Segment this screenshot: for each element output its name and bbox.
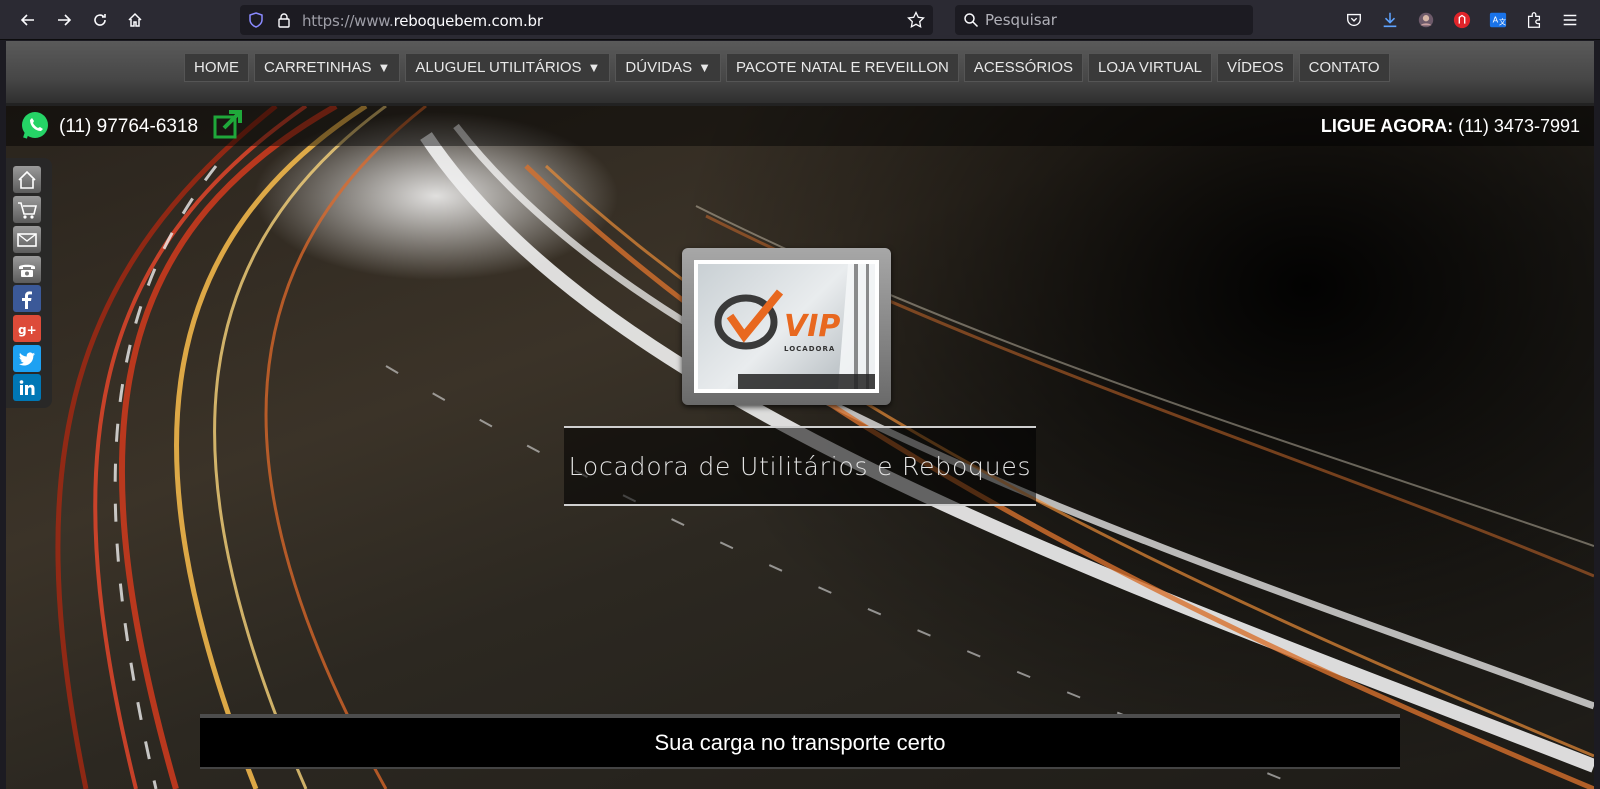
account-avatar-icon[interactable] xyxy=(1416,10,1436,30)
menu-item-aluguel-utilitarios[interactable]: ALUGUEL UTILITÁRIOS ▼ xyxy=(405,53,611,82)
external-link-icon[interactable] xyxy=(212,108,244,140)
bookmark-star-icon[interactable] xyxy=(907,11,925,29)
sidebar-twitter-button[interactable] xyxy=(13,345,41,372)
dropdown-caret-icon: ▼ xyxy=(698,60,711,75)
svg-text:文: 文 xyxy=(1499,18,1506,27)
menu-label: CARRETINHAS xyxy=(264,59,372,76)
extensions-puzzle-icon[interactable] xyxy=(1524,10,1544,30)
extension-red-icon[interactable] xyxy=(1452,10,1472,30)
home-button[interactable] xyxy=(121,6,149,34)
main-menu-bar: HOME CARRETINHAS ▼ ALUGUEL UTILITÁRIOS ▼ D… xyxy=(6,41,1594,106)
menu-label: CONTATO xyxy=(1308,59,1380,76)
sidebar-home-button[interactable] xyxy=(13,166,41,193)
address-bar[interactable]: https://www.reboquebem.com.br xyxy=(240,5,933,35)
twitter-icon xyxy=(19,351,35,365)
tagline-box: Locadora de Utilitários e Reboques xyxy=(564,426,1036,506)
call-now-label: LIGUE AGORA: xyxy=(1320,116,1454,136)
sidebar-mail-button[interactable] xyxy=(13,226,41,253)
home-icon xyxy=(18,170,36,189)
menu-label: LOJA VIRTUAL xyxy=(1098,59,1202,76)
menu-item-loja-virtual[interactable]: LOJA VIRTUAL xyxy=(1088,53,1212,82)
forward-arrow-icon xyxy=(58,14,72,26)
menu-label: ACESSÓRIOS xyxy=(973,59,1074,76)
phone-icon xyxy=(19,264,35,277)
dropdown-caret-icon: ▼ xyxy=(377,60,391,75)
slogan-bar: Sua carga no transporte certo xyxy=(200,714,1400,769)
logo-image-border: VIP LOCADORA xyxy=(694,260,879,393)
slogan-text: Sua carga no transporte certo xyxy=(654,729,946,755)
logo-frame: VIP LOCADORA xyxy=(682,248,891,405)
reload-icon xyxy=(94,14,106,26)
menu-item-duvidas[interactable]: DÚVIDAS ▼ xyxy=(615,53,721,82)
mail-icon xyxy=(17,232,37,247)
call-now: LIGUE AGORA: (11) 3473-7991 xyxy=(1321,116,1580,137)
search-bar[interactable] xyxy=(955,5,1253,35)
menu-item-videos[interactable]: VÍDEOS xyxy=(1216,53,1294,82)
vip-locadora-logo[interactable]: VIP LOCADORA xyxy=(698,264,875,389)
call-now-phone[interactable]: (11) 3473-7991 xyxy=(1458,116,1580,136)
reload-button[interactable] xyxy=(86,6,114,34)
logo-brand: VIP xyxy=(784,309,840,344)
search-input[interactable] xyxy=(985,10,1235,30)
page-viewport: HOME CARRETINHAS ▼ ALUGUEL UTILITÁRIOS ▼ D… xyxy=(6,41,1594,789)
logo-sub: LOCADORA xyxy=(784,345,835,353)
sidebar-google-plus-button[interactable]: g+ xyxy=(13,315,41,342)
search-icon xyxy=(964,13,979,28)
menu-hamburger-icon[interactable] xyxy=(1560,10,1580,30)
vip-logo-mark: VIP LOCADORA xyxy=(714,264,875,389)
sidebar-linkedin-button[interactable] xyxy=(13,374,41,401)
facebook-icon xyxy=(22,290,32,309)
menu-label: PACOTE NATAL E REVEILLON xyxy=(735,59,949,76)
menu-item-acessorios[interactable]: ACESSÓRIOS xyxy=(963,53,1084,82)
home-icon xyxy=(128,12,142,27)
url-text[interactable]: https://www.reboquebem.com.br xyxy=(302,12,543,30)
social-sidebar: g+ xyxy=(6,158,52,408)
linkedin-icon xyxy=(19,379,35,395)
translate-icon[interactable]: A文 xyxy=(1488,10,1508,30)
svg-text:g+: g+ xyxy=(18,323,37,337)
back-button[interactable] xyxy=(14,6,42,34)
sidebar-phone-button[interactable] xyxy=(13,256,41,283)
menu-label: DÚVIDAS xyxy=(625,59,693,76)
menu-label: HOME xyxy=(194,59,239,76)
url-host: reboquebem.com.br xyxy=(393,12,543,30)
svg-text:A: A xyxy=(1493,15,1499,25)
url-prefix: https://www. xyxy=(302,12,394,30)
download-icon[interactable] xyxy=(1380,10,1400,30)
menu-label: VÍDEOS xyxy=(1226,59,1284,76)
lock-icon[interactable] xyxy=(276,12,292,28)
menu-item-home[interactable]: HOME xyxy=(184,53,249,82)
menu-label: ALUGUEL UTILITÁRIOS xyxy=(415,59,582,76)
menu-item-contato[interactable]: CONTATO xyxy=(1298,53,1390,82)
main-menu: HOME CARRETINHAS ▼ ALUGUEL UTILITÁRIOS ▼ D… xyxy=(184,53,1390,82)
whatsapp-phone[interactable]: (11) 97764-6318 xyxy=(59,116,198,138)
contact-strip: (11) 97764-6318 LIGUE AGORA: (11) 3473-7… xyxy=(6,106,1594,146)
back-arrow-icon xyxy=(20,14,34,26)
tagline: Locadora de Utilitários e Reboques xyxy=(568,451,1032,481)
forward-button[interactable] xyxy=(50,6,78,34)
sidebar-cart-button[interactable] xyxy=(13,196,41,223)
menu-item-carretinhas[interactable]: CARRETINHAS ▼ xyxy=(254,53,401,82)
whatsapp-icon[interactable] xyxy=(20,111,50,141)
pocket-icon[interactable] xyxy=(1344,10,1364,30)
cart-icon xyxy=(18,201,38,219)
browser-toolbar: https://www.reboquebem.com.br A文 xyxy=(0,0,1600,40)
dropdown-caret-icon: ▼ xyxy=(587,60,601,75)
menu-item-pacote-natal[interactable]: PACOTE NATAL E REVEILLON xyxy=(725,53,959,82)
shield-icon[interactable] xyxy=(248,12,264,28)
sidebar-facebook-button[interactable] xyxy=(13,285,41,312)
google-plus-icon: g+ xyxy=(18,323,37,337)
